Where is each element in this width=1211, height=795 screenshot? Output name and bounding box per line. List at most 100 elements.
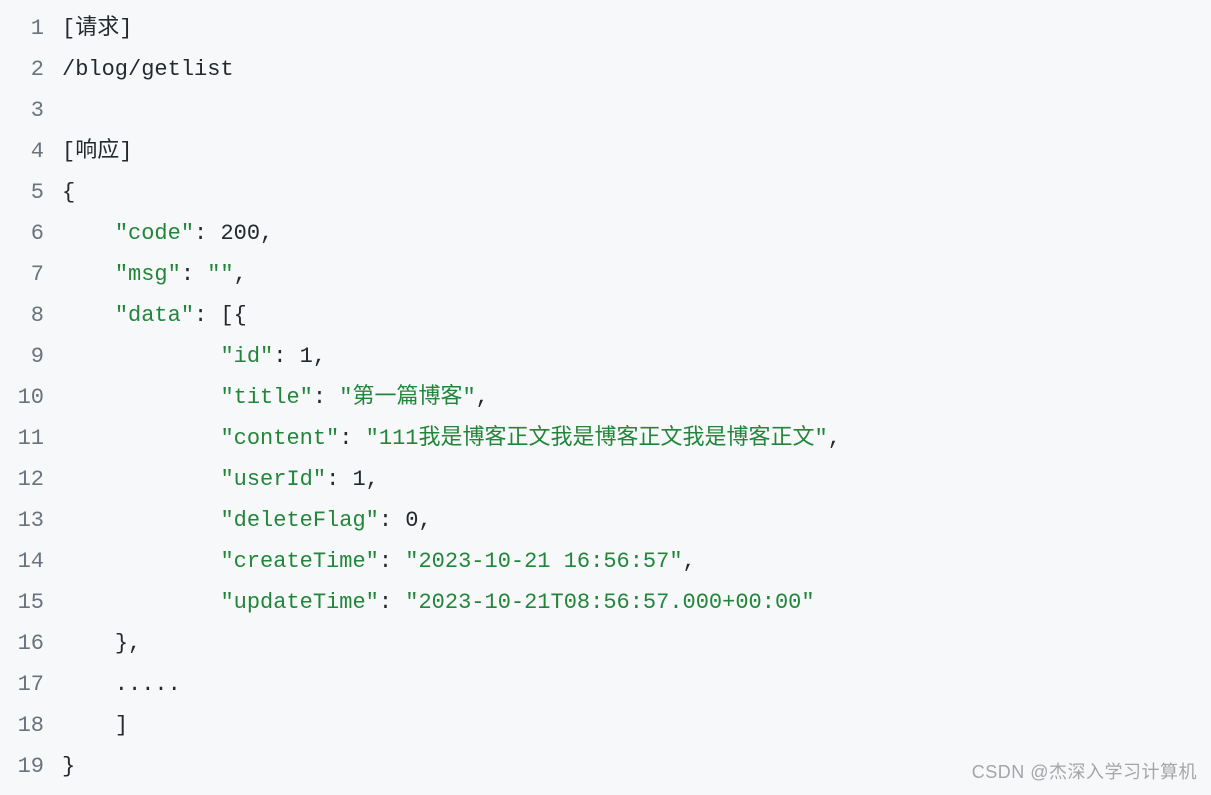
line-number: 14 — [0, 541, 62, 582]
token-plain — [62, 385, 220, 410]
token-str: "2023-10-21T08:56:57.000+00:00" — [405, 590, 814, 615]
token-str: "content" — [220, 426, 339, 451]
line-number: 10 — [0, 377, 62, 418]
token-plain — [62, 713, 115, 738]
watermark-text: CSDN @杰深入学习计算机 — [972, 758, 1197, 784]
line-number: 17 — [0, 664, 62, 705]
token-punct: : — [181, 262, 207, 287]
token-punct: , — [313, 344, 326, 369]
line-content: "code": 200, — [62, 213, 1211, 254]
token-punct: }, — [115, 631, 141, 656]
token-plain — [62, 221, 115, 246]
token-str: "msg" — [115, 262, 181, 287]
token-str: "deleteFlag" — [220, 508, 378, 533]
line-number: 1 — [0, 8, 62, 49]
line-number: 8 — [0, 295, 62, 336]
token-plain — [62, 303, 115, 328]
token-punct: , — [683, 549, 696, 574]
line-content: [请求] — [62, 8, 1211, 49]
line-content: { — [62, 172, 1211, 213]
token-punct: ] — [115, 713, 128, 738]
line-content: [响应] — [62, 131, 1211, 172]
token-num: 1 — [352, 467, 365, 492]
code-line: 11 "content": "111我是博客正文我是博客正文我是博客正文", — [0, 418, 1211, 459]
line-content: "content": "111我是博客正文我是博客正文我是博客正文", — [62, 418, 1211, 459]
line-number: 3 — [0, 90, 62, 131]
line-content: "createTime": "2023-10-21 16:56:57", — [62, 541, 1211, 582]
code-line: 3 — [0, 90, 1211, 131]
code-line: 8 "data": [{ — [0, 295, 1211, 336]
token-plain — [62, 467, 220, 492]
token-str: "title" — [220, 385, 312, 410]
line-content: "userId": 1, — [62, 459, 1211, 500]
code-line: 15 "updateTime": "2023-10-21T08:56:57.00… — [0, 582, 1211, 623]
line-number: 13 — [0, 500, 62, 541]
token-str: "createTime" — [220, 549, 378, 574]
token-punct: { — [62, 180, 75, 205]
line-content: ..... — [62, 664, 1211, 705]
token-str: "updateTime" — [220, 590, 378, 615]
line-content: "deleteFlag": 0, — [62, 500, 1211, 541]
code-line: 4[响应] — [0, 131, 1211, 172]
line-number: 2 — [0, 49, 62, 90]
code-line: 7 "msg": "", — [0, 254, 1211, 295]
line-number: 15 — [0, 582, 62, 623]
line-number: 6 — [0, 213, 62, 254]
token-str: "111我是博客正文我是博客正文我是博客正文" — [366, 426, 828, 451]
token-punct: , — [828, 426, 841, 451]
line-number: 18 — [0, 705, 62, 746]
token-punct: , — [476, 385, 489, 410]
code-line: 18 ] — [0, 705, 1211, 746]
line-number: 12 — [0, 459, 62, 500]
token-num: 200 — [220, 221, 260, 246]
token-plain — [62, 344, 220, 369]
code-line: 5{ — [0, 172, 1211, 213]
token-str: "id" — [220, 344, 273, 369]
token-punct: } — [62, 754, 75, 779]
code-line: 14 "createTime": "2023-10-21 16:56:57", — [0, 541, 1211, 582]
line-number: 5 — [0, 172, 62, 213]
token-punct: , — [260, 221, 273, 246]
token-str: "2023-10-21 16:56:57" — [405, 549, 682, 574]
line-number: 19 — [0, 746, 62, 787]
token-punct: , — [418, 508, 431, 533]
token-str: "data" — [115, 303, 194, 328]
token-plain — [62, 262, 115, 287]
code-line: 9 "id": 1, — [0, 336, 1211, 377]
token-plain — [62, 508, 220, 533]
line-number: 11 — [0, 418, 62, 459]
line-number: 7 — [0, 254, 62, 295]
token-plain — [62, 631, 115, 656]
token-punct: , — [234, 262, 247, 287]
line-content: ] — [62, 705, 1211, 746]
token-str: "第一篇博客" — [339, 385, 475, 410]
token-punct: : — [339, 426, 365, 451]
token-punct: : — [379, 590, 405, 615]
token-num: 1 — [300, 344, 313, 369]
token-plain: ..... — [62, 672, 181, 697]
token-punct: : — [313, 385, 339, 410]
token-punct: : — [326, 467, 352, 492]
code-line: 2/blog/getlist — [0, 49, 1211, 90]
token-plain — [62, 590, 220, 615]
line-content: /blog/getlist — [62, 49, 1211, 90]
token-plain — [62, 549, 220, 574]
token-punct: : [{ — [194, 303, 247, 328]
code-line: 12 "userId": 1, — [0, 459, 1211, 500]
code-line: 16 }, — [0, 623, 1211, 664]
token-str: "" — [207, 262, 233, 287]
line-number: 16 — [0, 623, 62, 664]
token-plain: [响应] — [62, 139, 132, 164]
token-plain: [请求] — [62, 16, 132, 41]
code-line: 1[请求] — [0, 8, 1211, 49]
code-line: 13 "deleteFlag": 0, — [0, 500, 1211, 541]
line-number: 4 — [0, 131, 62, 172]
code-line: 17 ..... — [0, 664, 1211, 705]
code-line: 6 "code": 200, — [0, 213, 1211, 254]
token-punct: : — [379, 508, 405, 533]
code-block: 1[请求]2/blog/getlist34[响应]5{6 "code": 200… — [0, 0, 1211, 795]
line-content: "updateTime": "2023-10-21T08:56:57.000+0… — [62, 582, 1211, 623]
line-content: "id": 1, — [62, 336, 1211, 377]
token-punct: : — [379, 549, 405, 574]
token-punct: : — [194, 221, 220, 246]
